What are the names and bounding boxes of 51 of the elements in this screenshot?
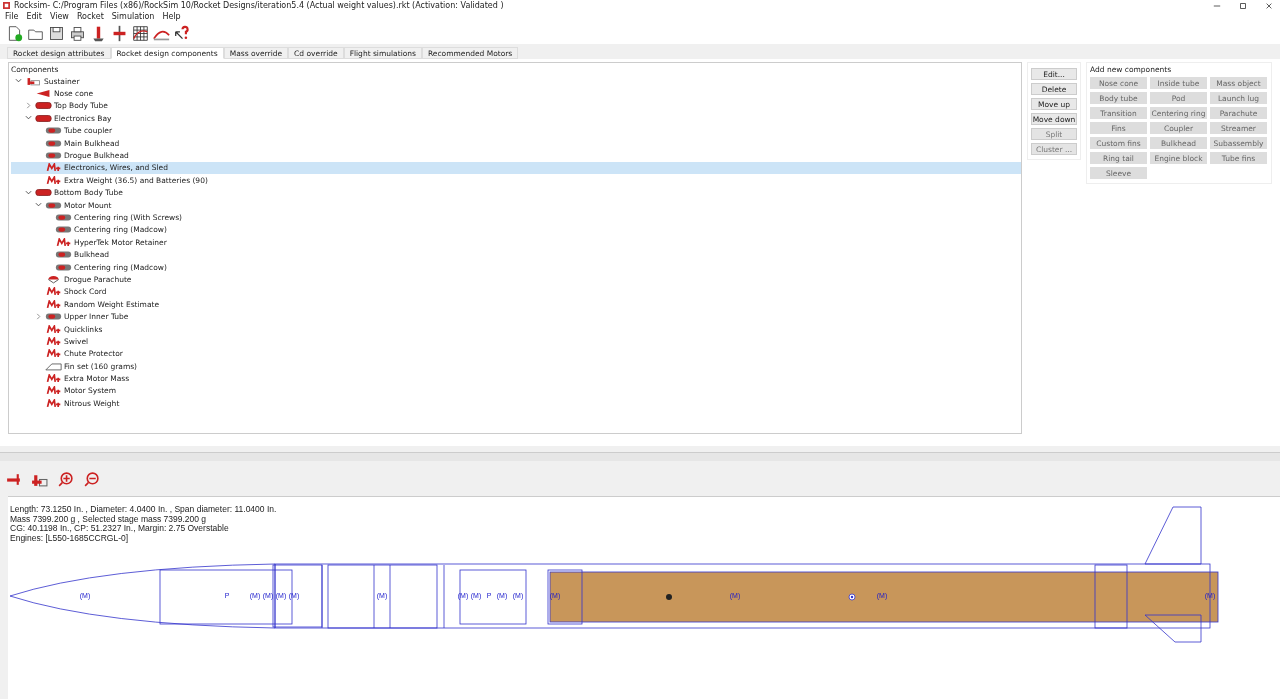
- menu-item[interactable]: Help: [162, 12, 181, 21]
- chevron-down-icon[interactable]: [15, 77, 22, 85]
- ring-icon: [55, 262, 72, 272]
- window-title: Rocksim- C:/Program Files (x86)/RockSim 10/Rocket Designs/iteration5.4 (Actual weight values).rkt (Activation: Validated ): [14, 0, 504, 11]
- mass-icon: [45, 299, 62, 309]
- maximize-icon[interactable]: [1239, 1, 1247, 10]
- mass-icon: [45, 175, 62, 185]
- rocket-tool-icon[interactable]: [111, 24, 128, 42]
- menu-item[interactable]: File: [5, 12, 19, 21]
- ring-icon: [45, 312, 62, 322]
- ring-icon: [45, 126, 62, 136]
- fin-icon: [45, 361, 62, 371]
- chevron-down-icon[interactable]: [25, 114, 32, 122]
- printer-icon[interactable]: [69, 24, 86, 42]
- ring-icon: [55, 225, 72, 235]
- mass-icon: [45, 336, 62, 346]
- ring-icon: [45, 138, 62, 148]
- nose-cone-icon: [35, 89, 52, 99]
- zoom-in-icon[interactable]: [57, 471, 74, 488]
- save-icon[interactable]: [48, 24, 65, 42]
- zoom-out-icon[interactable]: [83, 471, 100, 488]
- summary-line: CG: 40.1198 In., CP: 51.2327 In., Margin: 2.75 Overstable: [10, 524, 229, 534]
- mass-icon: [45, 324, 62, 334]
- ring-icon: [45, 200, 62, 210]
- tube-icon: [35, 101, 52, 111]
- parachute-icon: [45, 274, 62, 284]
- grid-icon[interactable]: [132, 24, 149, 42]
- rocket-side-icon[interactable]: [5, 471, 22, 488]
- close-icon[interactable]: [1265, 1, 1273, 10]
- stage-icon: [25, 76, 42, 86]
- summary-line: Mass 7399.200 g , Selected stage mass 7399.200 g: [10, 514, 207, 524]
- mass-icon: [45, 287, 62, 297]
- ring-icon: [55, 250, 72, 260]
- tube-icon: [35, 188, 52, 198]
- ring-icon: [55, 213, 72, 222]
- menu-item[interactable]: Rocket: [76, 12, 104, 21]
- mass-icon: [45, 163, 62, 173]
- mass-icon: [45, 386, 62, 396]
- summary-line: Engines: [L550-1685CCRGL-0]: [10, 533, 129, 543]
- mass-icon: [45, 374, 62, 384]
- mass-icon: [45, 398, 62, 408]
- summary-line: Length: 73.1250 In. , Diameter: 4.0400 In. , Span diameter: 11.0400 In.: [10, 505, 277, 515]
- tube-icon: [35, 113, 52, 123]
- mass-icon: [55, 237, 72, 247]
- menu-item[interactable]: Simulation: [111, 12, 155, 21]
- menu-item[interactable]: View: [49, 12, 69, 21]
- new-file-icon[interactable]: [6, 24, 23, 42]
- menu-item[interactable]: Edit: [26, 12, 42, 21]
- help-icon[interactable]: [174, 24, 191, 42]
- mass-icon: [45, 349, 62, 359]
- ring-icon: [45, 151, 62, 161]
